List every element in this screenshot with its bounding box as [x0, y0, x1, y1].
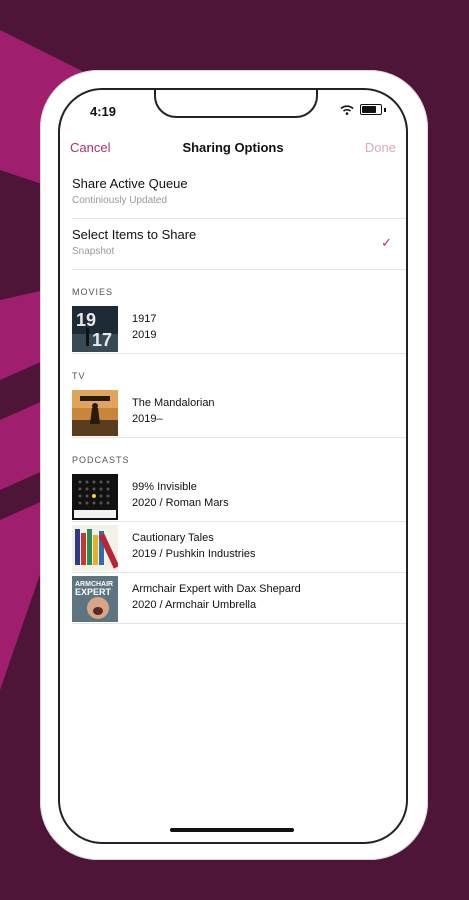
phone-screen: 4:19 Sharing Options Cancel Done Share A…: [58, 88, 408, 844]
item-subtitle: 2019 / Pushkin Industries: [132, 548, 256, 560]
section-label: TV: [72, 371, 86, 381]
list-item-1917[interactable]: 19 17 1917 2019: [72, 303, 406, 354]
status-icons: [340, 104, 386, 115]
option-select-items[interactable]: Select Items to Share Snapshot ✓: [72, 219, 406, 270]
section-label: MOVIES: [72, 287, 114, 297]
wifi-icon: [340, 104, 354, 115]
list-item-cautionary-tales[interactable]: Cautionary Tales 2019 / Pushkin Industri…: [72, 522, 406, 573]
page-title: Sharing Options: [182, 140, 284, 155]
podcast-art-cautionary-tales: [72, 525, 118, 571]
svg-text:19: 19: [76, 310, 96, 330]
list-item-mandalorian[interactable]: The Mandalorian 2019–: [72, 387, 406, 438]
battery-nub: [384, 107, 386, 112]
list-item-armchair-expert[interactable]: ARMCHAIR EXPERT Armchair Expert with Dax…: [72, 573, 406, 624]
section-label: PODCASTS: [72, 455, 130, 465]
option-title: Select Items to Share: [72, 227, 197, 242]
checkmark-icon: ✓: [381, 235, 392, 250]
phone-notch: [154, 90, 318, 118]
tv-poster-mandalorian: [72, 390, 118, 436]
done-button[interactable]: Done: [365, 140, 396, 155]
item-title: The Mandalorian: [132, 397, 215, 409]
podcast-art-armchair-expert: ARMCHAIR EXPERT: [72, 576, 118, 622]
option-share-active-queue[interactable]: Share Active Queue Continiously Updated: [72, 168, 406, 219]
svg-text:EXPERT: EXPERT: [75, 587, 112, 597]
status-time: 4:19: [90, 104, 117, 119]
item-subtitle: 2020 / Armchair Umbrella: [132, 599, 257, 611]
item-title: Armchair Expert with Dax Shepard: [132, 583, 301, 595]
cancel-button[interactable]: Cancel: [70, 140, 110, 155]
navigation-bar: Sharing Options Cancel Done: [60, 132, 406, 166]
podcast-art-99-invisible: [72, 474, 118, 520]
section-header-tv: TV: [72, 354, 406, 387]
option-title: Share Active Queue: [72, 176, 188, 191]
sharing-options-list: Share Active Queue Continiously Updated …: [60, 168, 406, 624]
section-header-podcasts: PODCASTS: [72, 438, 406, 471]
item-subtitle: 2019–: [132, 413, 163, 425]
item-title: Cautionary Tales: [132, 532, 214, 544]
home-indicator[interactable]: [170, 828, 294, 832]
movie-poster-1917: 19 17: [72, 306, 118, 352]
item-subtitle: 2020 / Roman Mars: [132, 497, 229, 509]
option-subtitle: Continiously Updated: [72, 195, 168, 206]
item-subtitle: 2019: [132, 329, 157, 341]
section-header-movies: MOVIES: [72, 270, 406, 303]
item-title: 1917: [132, 313, 157, 325]
option-subtitle: Snapshot: [72, 246, 115, 257]
item-title: 99% Invisible: [132, 481, 197, 493]
svg-text:17: 17: [92, 330, 112, 350]
battery-icon: [360, 104, 382, 115]
list-item-99-invisible[interactable]: 99% Invisible 2020 / Roman Mars: [72, 471, 406, 522]
